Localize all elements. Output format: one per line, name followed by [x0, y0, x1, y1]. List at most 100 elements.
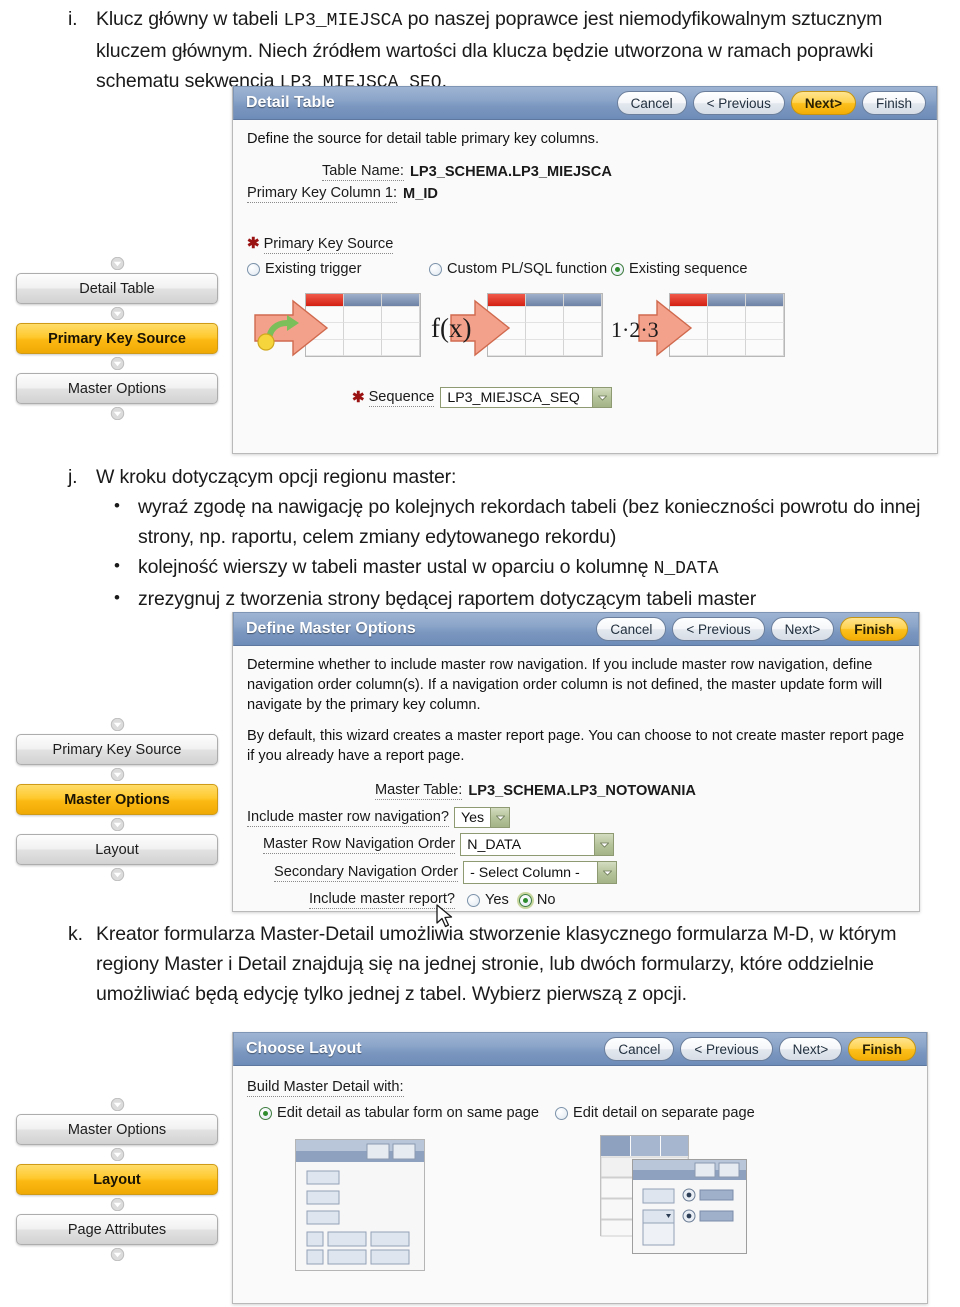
chevron-down-icon: [16, 865, 218, 884]
radio-icon[interactable]: [467, 893, 481, 907]
wizard-panel-choose-layout: Choose Layout Cancel < Previous Next> Fi…: [232, 1032, 928, 1304]
field-label: Include master report?: [309, 891, 456, 909]
previous-button[interactable]: < Previous: [680, 1037, 773, 1061]
radio-icon-selected[interactable]: [611, 262, 624, 276]
cancel-button[interactable]: Cancel: [596, 617, 667, 641]
list-marker-i: i.: [68, 8, 78, 30]
select-value: Yes: [455, 808, 491, 827]
radio-existing-sequence[interactable]: Existing sequence: [611, 261, 747, 277]
list-item: kolejność wierszy w tabeli master ustal …: [96, 551, 940, 584]
radio-icon[interactable]: [429, 262, 442, 276]
panel-body: Determine whether to include master row …: [233, 646, 919, 928]
wizard-button-row: Cancel < Previous Next> Finish: [596, 617, 908, 641]
field-label: Table Name:: [322, 163, 404, 181]
panel-intro-text: Define the source for detail table prima…: [247, 131, 600, 147]
page-title: Choose Layout: [246, 1040, 362, 1057]
next-button[interactable]: Next>: [790, 91, 856, 115]
next-button[interactable]: Next>: [770, 617, 835, 641]
list-marker-k: k.: [68, 923, 83, 945]
wizard-progress-rail-2: Primary Key Source Master Options Layout: [0, 612, 232, 884]
paragraph-item-i: i. Klucz główny w tabeli LP3_MIEJSCA po …: [52, 4, 928, 98]
field-include-master-row-navigation: Include master row navigation? Yes: [247, 807, 905, 828]
build-master-detail-label: Build Master Detail with:: [247, 1078, 913, 1097]
radio-icon-selected[interactable]: [518, 893, 532, 907]
radio-label: Yes: [485, 892, 509, 908]
navigation-order-select[interactable]: N_DATA: [460, 833, 615, 856]
radio-icon-selected[interactable]: [259, 1106, 272, 1120]
panel-paragraph-1: Determine whether to include master row …: [247, 657, 883, 713]
radio-include-report-no[interactable]: No: [518, 892, 555, 908]
illustration-existing-trigger: [247, 287, 429, 365]
screenshot-define-master-options: Primary Key Source Master Options Layout…: [0, 612, 960, 928]
radio-same-page[interactable]: Edit detail as tabular form on same page: [259, 1105, 539, 1121]
bullet-2-text: kolejność wierszy w tabeli master ustal …: [138, 556, 654, 578]
paragraph-item-i-body: Klucz główny w tabeli LP3_MIEJSCA po nas…: [96, 4, 928, 98]
wizard-button-row: Cancel < Previous Next> Finish: [604, 1037, 916, 1061]
panel-header: Choose Layout Cancel < Previous Next> Fi…: [233, 1032, 927, 1066]
field-secondary-navigation-order: Secondary Navigation Order - Select Colu…: [247, 861, 905, 884]
cancel-button[interactable]: Cancel: [604, 1037, 675, 1061]
next-button[interactable]: Next>: [778, 1037, 843, 1061]
illustration-custom-plsql: f(x): [429, 287, 611, 365]
sidebar-step-layout[interactable]: Layout: [16, 1164, 218, 1195]
panel-header: Detail Table Cancel < Previous Next> Fin…: [233, 86, 937, 120]
primary-key-source-illustrations: f(x) 1·2·3: [247, 287, 923, 365]
chevron-down-icon: [16, 404, 218, 423]
chevron-down-icon: [16, 1195, 218, 1214]
sidebar-step-master-options[interactable]: Master Options: [16, 784, 218, 815]
include-nav-select[interactable]: Yes: [454, 807, 511, 828]
layout-radio-group: Edit detail as tabular form on same page…: [247, 1105, 913, 1121]
thumbnail-same-page[interactable]: [295, 1139, 425, 1271]
chevron-down-icon: [16, 1245, 218, 1264]
radio-icon[interactable]: [555, 1106, 569, 1120]
sidebar-step-master-options[interactable]: Master Options: [16, 1114, 218, 1145]
panel-body: Define the source for detail table prima…: [233, 120, 937, 420]
chevron-down-icon: [16, 715, 218, 734]
thumbnail-separate-page[interactable]: [600, 1135, 748, 1257]
radio-label: Edit detail on separate page: [573, 1105, 755, 1121]
item-i-code-1: LP3_MIEJSCA: [283, 11, 403, 31]
panel-body: Build Master Detail with: Edit detail as…: [233, 1066, 927, 1297]
required-asterisk-icon: ✱: [352, 389, 365, 406]
radio-separate-page[interactable]: Edit detail on separate page: [555, 1105, 755, 1121]
radio-icon[interactable]: [247, 262, 260, 276]
previous-button[interactable]: < Previous: [672, 617, 765, 641]
sidebar-step-layout[interactable]: Layout: [16, 834, 218, 865]
chevron-down-icon[interactable]: [597, 862, 617, 883]
arrow-trigger-icon: [254, 299, 329, 357]
sidebar-step-page-attributes[interactable]: Page Attributes: [16, 1214, 218, 1245]
sidebar-step-detail-table[interactable]: Detail Table: [16, 273, 218, 304]
radio-include-report-yes[interactable]: Yes: [467, 892, 509, 908]
radio-existing-trigger[interactable]: Existing trigger: [247, 261, 429, 277]
sidebar-step-master-options[interactable]: Master Options: [16, 373, 218, 404]
group-label-text: Build Master Detail with:: [247, 1079, 404, 1097]
sequence-select[interactable]: LP3_MIEJSCA_SEQ: [440, 387, 613, 408]
bullet-2-code: N_DATA: [653, 559, 719, 579]
finish-button[interactable]: Finish: [861, 91, 926, 115]
page-title: Detail Table: [246, 94, 335, 111]
wizard-button-row: Cancel < Previous Next> Finish: [616, 91, 926, 115]
cancel-button[interactable]: Cancel: [616, 91, 687, 115]
chevron-down-icon[interactable]: [594, 834, 614, 855]
field-label: Primary Key Column 1:: [247, 185, 398, 203]
list-item: zrezygnuj z tworzenia strony będącej rap…: [96, 583, 940, 614]
radio-custom-plsql-function[interactable]: Custom PL/SQL function: [429, 261, 611, 277]
item-j-bullet-list: wyraź zgodę na nawigację po kolejnych re…: [96, 491, 940, 614]
previous-button[interactable]: < Previous: [692, 91, 785, 115]
chevron-down-icon: [16, 1095, 218, 1114]
paragraph-item-k-body: Kreator formularza Master-Detail umożliw…: [96, 923, 897, 1005]
chevron-down-icon[interactable]: [592, 388, 612, 407]
sidebar-step-primary-key-source[interactable]: Primary Key Source: [16, 323, 218, 354]
finish-button[interactable]: Finish: [848, 1037, 916, 1061]
chevron-down-icon[interactable]: [490, 808, 510, 827]
sidebar-step-primary-key-source[interactable]: Primary Key Source: [16, 734, 218, 765]
finish-button[interactable]: Finish: [840, 617, 908, 641]
chevron-down-icon: [16, 815, 218, 834]
chevron-down-icon: [16, 354, 218, 373]
layout-thumbnails: [247, 1133, 913, 1285]
field-value: LP3_SCHEMA.LP3_NOTOWANIA: [468, 783, 696, 799]
wizard-panel-master-options: Define Master Options Cancel < Previous …: [232, 612, 920, 928]
secondary-order-select[interactable]: - Select Column -: [463, 861, 618, 884]
field-primary-key-column: Primary Key Column 1: M_ID: [247, 185, 923, 203]
chevron-down-icon: [16, 765, 218, 784]
